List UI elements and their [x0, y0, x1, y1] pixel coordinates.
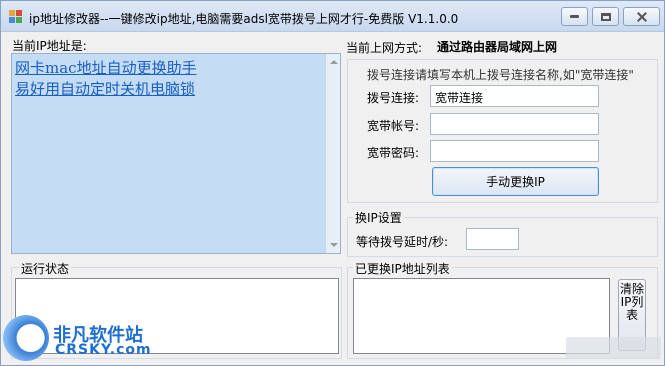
minimize-icon — [570, 15, 579, 18]
dial-connection-label: 拨号连接: — [367, 91, 420, 105]
watermark-badge — [566, 337, 661, 359]
password-label: 宽带密码: — [367, 146, 420, 160]
connection-method-value: 通过路由器局域网上网 — [437, 40, 558, 54]
account-label: 宽带帐号: — [367, 119, 420, 133]
scroll-up-icon[interactable] — [330, 60, 338, 64]
link-shutdown-lock[interactable]: 易好用自动定时关机电脑锁 — [15, 79, 197, 100]
window-title: ip地址修改器--一键修改ip地址,电脑需要adsl宽带拨号上网才行-免费版 V… — [29, 12, 459, 26]
account-input[interactable] — [430, 113, 599, 135]
close-button[interactable] — [623, 7, 660, 26]
password-input[interactable] — [430, 140, 599, 162]
title-bar: ip地址修改器--一键修改ip地址,电脑需要adsl宽带拨号上网才行-免费版 V… — [1, 1, 664, 32]
crsky-logo-icon — [3, 315, 49, 361]
connection-method-label: 当前上网方式: — [346, 41, 423, 55]
current-ip-panel: 网卡mac地址自动更换助手 易好用自动定时关机电脑锁 — [11, 53, 341, 254]
dial-connection-input[interactable]: 宽带连接 — [430, 85, 599, 107]
vertical-scrollbar[interactable] — [325, 54, 340, 253]
change-ip-button[interactable]: 手动更换IP — [432, 167, 599, 196]
minimize-button[interactable] — [561, 7, 588, 26]
link-mac-changer[interactable]: 网卡mac地址自动更换助手 — [15, 58, 197, 79]
close-icon — [637, 12, 647, 22]
scroll-down-icon[interactable] — [330, 243, 338, 247]
settings-title: 换IP设置 — [353, 209, 404, 226]
current-ip-label: 当前IP地址是: — [12, 39, 87, 53]
maximize-button[interactable] — [592, 7, 619, 26]
status-title: 运行状态 — [19, 260, 72, 277]
changed-list-title: 已更换IP地址列表 — [353, 260, 452, 277]
app-window: ip地址修改器--一键修改ip地址,电脑需要adsl宽带拨号上网才行-免费版 V… — [0, 0, 665, 366]
watermark-site: CRSKY.com — [55, 342, 152, 358]
delay-label: 等待拨号延时/秒: — [356, 235, 449, 249]
dial-hint: 拨号连接请填写本机上拨号连接名称,如"宽带连接" — [367, 68, 634, 82]
app-icon — [9, 10, 23, 24]
promo-links: 网卡mac地址自动更换助手 易好用自动定时关机电脑锁 — [15, 58, 197, 100]
delay-input[interactable] — [466, 228, 519, 250]
maximize-icon — [600, 12, 611, 21]
site-watermark: 非凡软件站 CRSKY.com — [1, 311, 171, 366]
